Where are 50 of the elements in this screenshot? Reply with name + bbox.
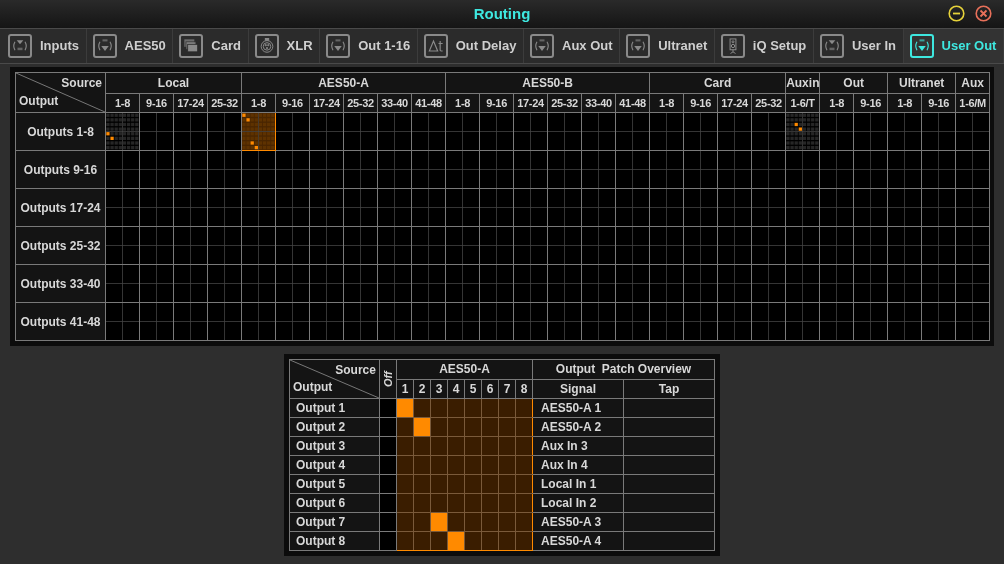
output-row-header: Outputs 41-48 <box>15 302 106 341</box>
tab[interactable]: Out Delay <box>417 29 524 63</box>
tab[interactable]: User In <box>813 29 904 63</box>
card-icon <box>179 34 204 58</box>
source-group-header: Aux <box>955 72 990 94</box>
xlr-connector-icon <box>254 34 279 58</box>
window-title: Routing <box>473 3 531 24</box>
tab[interactable]: iQ Setup <box>714 29 814 63</box>
speaker-icon <box>720 34 745 58</box>
output-label: Output <box>19 93 59 110</box>
patch-cell[interactable] <box>515 398 533 418</box>
minimize-icon[interactable] <box>948 5 965 22</box>
tab[interactable]: Ultranet <box>620 29 715 63</box>
patch-overview-header: Output Patch Overview <box>532 359 715 379</box>
source-label: Source <box>335 362 376 379</box>
source-group-header: Card <box>649 72 786 94</box>
patch-cell[interactable] <box>515 512 533 532</box>
output-icon <box>626 34 651 58</box>
patch-cell[interactable] <box>515 436 533 456</box>
output-label: Output <box>292 379 333 396</box>
output-row-header: Outputs 9-16 <box>15 150 106 189</box>
source-group-header: Ultranet <box>887 72 956 94</box>
close-icon[interactable] <box>975 5 992 22</box>
source-group-header: AES50-A <box>396 359 533 379</box>
input-icon <box>819 34 844 58</box>
tab[interactable]: AES50 <box>86 29 174 63</box>
output-icon <box>909 34 934 58</box>
output-row-header: Outputs 17-24 <box>15 188 106 227</box>
tab[interactable]: User Out <box>903 29 1004 63</box>
source-group-header: Auxin <box>785 72 820 94</box>
source-label: Source <box>61 75 102 92</box>
output-row-header: Outputs 1-8 <box>15 112 106 151</box>
tab[interactable]: Aux Out <box>524 29 621 63</box>
source-group-header: Out <box>819 72 888 94</box>
patch-cell[interactable] <box>515 474 533 494</box>
tab[interactable]: XLR <box>248 29 321 63</box>
tab[interactable]: Inputs <box>2 29 87 63</box>
output-icon <box>326 34 351 58</box>
tab[interactable]: Out 1-16 <box>320 29 418 63</box>
output-row-header: Outputs 33-40 <box>15 264 106 303</box>
output-icon <box>92 34 117 58</box>
tab[interactable]: Card <box>173 29 249 63</box>
source-group-header: Local <box>105 72 242 94</box>
off-column-header: Off <box>380 371 395 387</box>
delta-icon <box>423 34 448 58</box>
source-group-header: AES50-B <box>445 72 650 94</box>
source-group-header: AES50-A <box>241 72 446 94</box>
output-icon <box>530 34 554 58</box>
input-icon <box>8 34 32 58</box>
output-row-header: Outputs 25-32 <box>15 226 106 265</box>
